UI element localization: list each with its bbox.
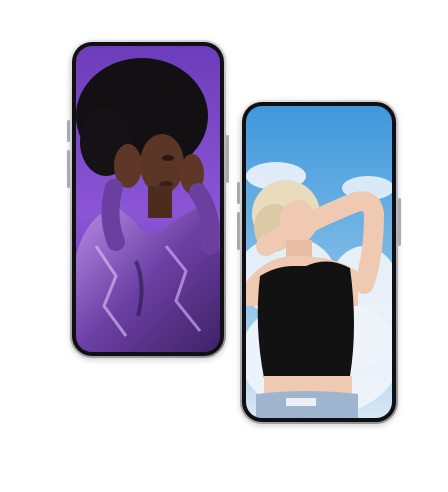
phone-side-button	[226, 135, 229, 183]
phone-side-button	[398, 198, 401, 246]
portrait-image-sky	[246, 106, 392, 418]
phone-screen	[246, 106, 392, 418]
phone-side-button	[67, 150, 70, 188]
phone-side-button	[237, 182, 240, 204]
phone-mockup-purple	[67, 40, 229, 358]
phone-mockup-sky	[237, 100, 401, 424]
phone-screen	[76, 46, 220, 352]
phone-side-button	[67, 120, 70, 142]
portrait-image-purple	[76, 46, 220, 352]
phone-side-button	[237, 212, 240, 250]
mockup-canvas	[0, 0, 448, 492]
